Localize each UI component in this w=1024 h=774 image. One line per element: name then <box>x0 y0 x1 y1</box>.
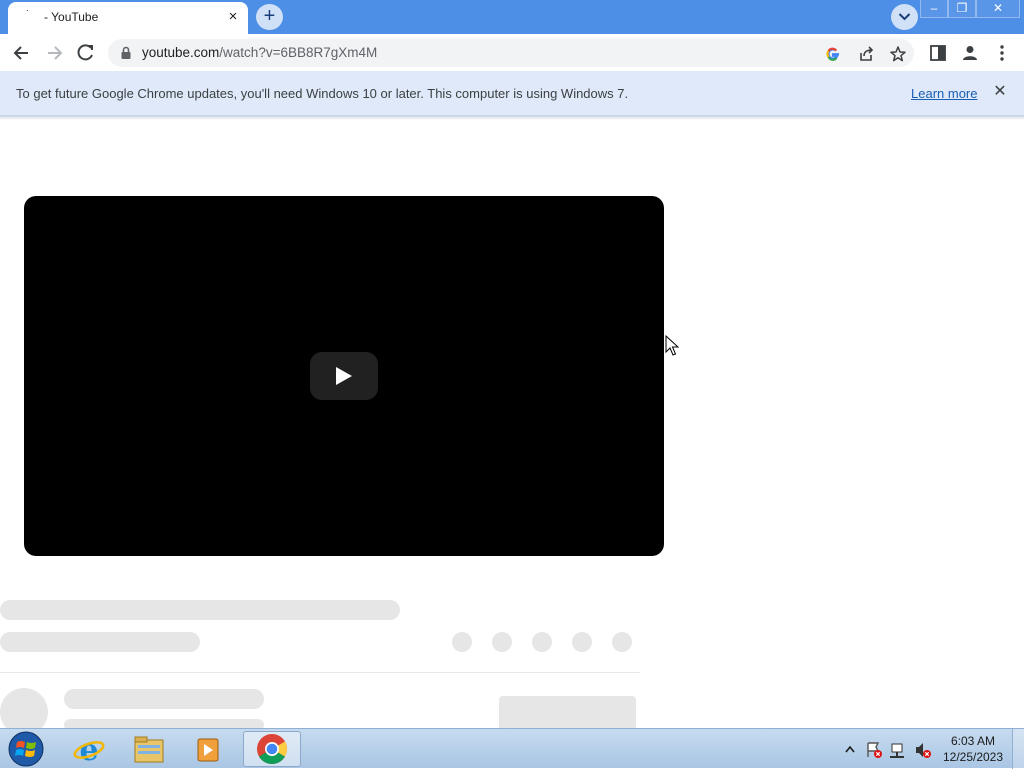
stop-loading-icon <box>77 44 93 61</box>
forward-button[interactable] <box>41 40 67 66</box>
browser-toolbar: youtube.com/watch?v=6BB8R7gXm4M <box>0 34 1024 71</box>
file-explorer-icon <box>134 736 164 763</box>
tab-search-button[interactable] <box>891 4 918 30</box>
mouse-cursor-icon <box>665 335 679 356</box>
start-button[interactable] <box>6 730 46 768</box>
clock-date: 12/25/2023 <box>942 750 1004 764</box>
network-icon <box>890 743 904 758</box>
infobar-message: To get future Google Chrome updates, you… <box>16 86 629 101</box>
video-player[interactable] <box>24 196 664 556</box>
learn-more-link[interactable]: Learn more <box>911 86 977 101</box>
windows-taskbar: e 6:03 AM 12/25/2023 <box>0 728 1024 769</box>
volume-muted-icon <box>916 743 931 758</box>
infobar-shadow <box>0 116 1024 120</box>
taskbar-media-player[interactable] <box>180 731 238 767</box>
address-bar[interactable]: youtube.com/watch?v=6BB8R7gXm4M <box>108 39 914 67</box>
show-hidden-icons-icon <box>845 745 855 753</box>
side-panel-icon[interactable] <box>928 43 948 63</box>
loading-favicon-icon: ˙ <box>26 9 30 21</box>
action-placeholder <box>452 632 472 652</box>
chrome-icon <box>257 734 288 765</box>
infobar-close-icon[interactable]: ✕ <box>990 82 1010 102</box>
action-placeholder <box>612 632 632 652</box>
svg-text:e: e <box>79 733 98 767</box>
tray-icons <box>845 742 931 758</box>
show-desktop-button[interactable] <box>1012 729 1024 769</box>
play-button[interactable] <box>310 352 378 400</box>
chevron-down-icon <box>898 13 911 21</box>
subscribe-placeholder <box>499 696 636 732</box>
taskbar-ie[interactable]: e <box>60 731 118 768</box>
action-placeholder <box>492 632 512 652</box>
title-placeholder <box>0 600 400 620</box>
google-lens-icon[interactable] <box>824 45 842 63</box>
share-icon[interactable] <box>857 45 875 63</box>
back-arrow-icon <box>13 46 28 60</box>
close-tab-icon[interactable]: × <box>224 8 242 26</box>
content-divider <box>0 672 640 673</box>
url-path: /watch?v=6BB8R7gXm4M <box>219 45 378 60</box>
title-bar: ˙ - YouTube × + – ❐ ✕ <box>0 0 1024 34</box>
browser-tab[interactable]: ˙ - YouTube × <box>8 2 248 34</box>
play-icon <box>336 367 352 385</box>
window-controls: – ❐ ✕ <box>920 0 1020 18</box>
close-window-button[interactable]: ✕ <box>976 0 1020 18</box>
lock-icon[interactable] <box>120 46 132 60</box>
action-placeholder <box>532 632 552 652</box>
more-menu-icon[interactable] <box>992 43 1012 63</box>
update-infobar: To get future Google Chrome updates, you… <box>0 71 1024 116</box>
media-player-icon <box>197 738 219 762</box>
taskbar-clock[interactable]: 6:03 AM 12/25/2023 <box>940 733 1006 765</box>
url-host: youtube.com <box>142 45 220 60</box>
taskbar-explorer[interactable] <box>120 731 178 767</box>
internet-explorer-icon: e <box>73 733 105 768</box>
taskbar-chrome[interactable] <box>243 731 301 767</box>
bookmark-star-icon[interactable] <box>889 45 907 63</box>
new-tab-button[interactable]: + <box>256 4 283 30</box>
system-tray <box>842 729 938 769</box>
channel-placeholder <box>0 632 200 652</box>
back-button[interactable] <box>9 40 35 66</box>
forward-arrow-icon <box>48 46 63 60</box>
tab-title: - YouTube <box>44 10 99 24</box>
profile-icon[interactable] <box>960 43 980 63</box>
action-placeholder <box>572 632 592 652</box>
restore-button[interactable]: ❐ <box>948 0 976 18</box>
minimize-button[interactable]: – <box>920 0 948 18</box>
action-center-flag-icon <box>867 742 882 758</box>
channel-name-placeholder <box>64 689 264 709</box>
clock-time: 6:03 AM <box>950 734 996 748</box>
stop-loading-button[interactable] <box>73 40 99 66</box>
url-text[interactable]: youtube.com/watch?v=6BB8R7gXm4M <box>142 45 377 60</box>
